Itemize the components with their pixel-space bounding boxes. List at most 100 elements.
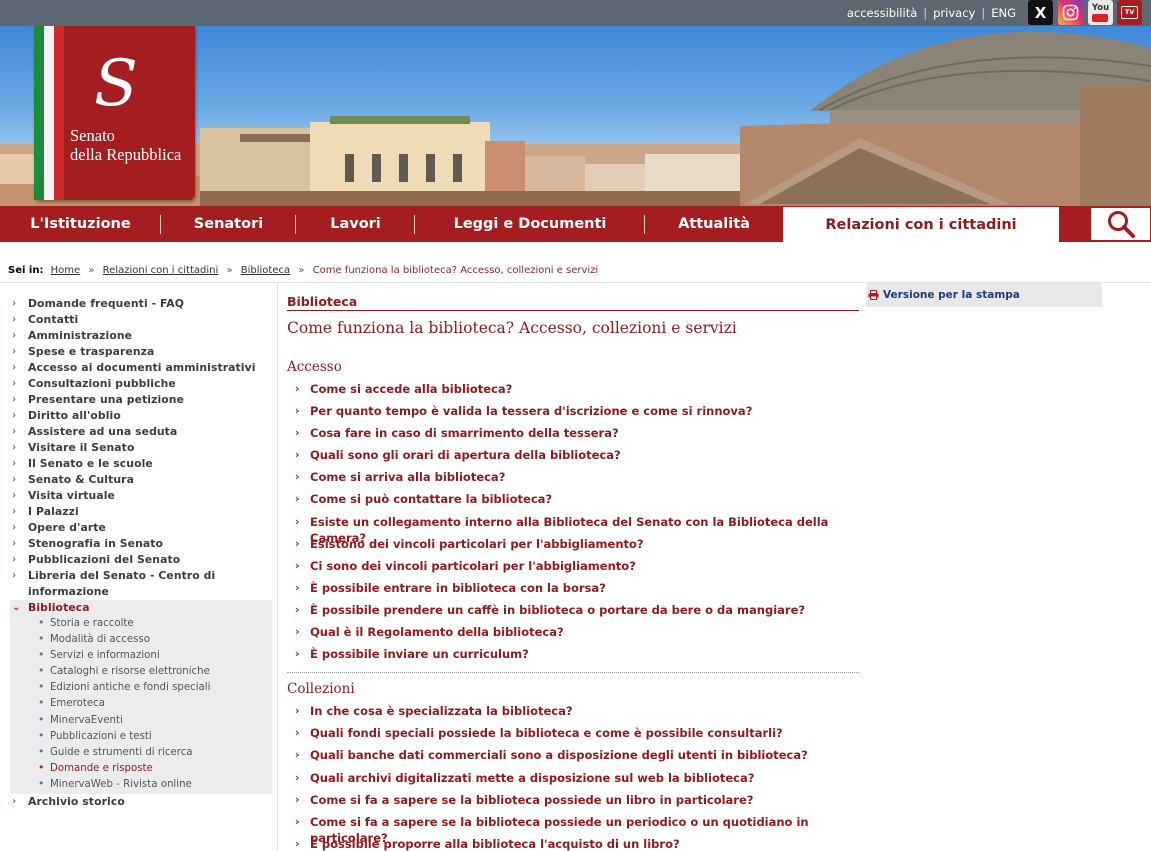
submenu-item-label: Cataloghi e risorse elettroniche xyxy=(50,666,210,678)
sidebar-item[interactable]: › Libreria del Senato - Centro di informa… xyxy=(10,568,272,600)
privacy-link[interactable]: privacy xyxy=(933,6,975,20)
faq-link[interactable]: › È possibile entrare in biblioteca con l… xyxy=(287,580,859,602)
sidebar-item[interactable]: › Diritto all'oblio xyxy=(10,408,272,424)
faq-link-label: È possibile proporre alla biblioteca l'a… xyxy=(310,836,680,851)
x-icon[interactable]: X xyxy=(1028,0,1053,25)
nav-senatori[interactable]: Senatori xyxy=(161,206,296,242)
printer-icon xyxy=(868,290,879,300)
accessibility-link[interactable]: accessibilità xyxy=(847,6,917,20)
submenu-item[interactable]: • Pubblicazioni e testi xyxy=(10,729,272,745)
sidebar-item[interactable]: › Domande frequenti - FAQ xyxy=(10,296,272,312)
faq-link[interactable]: › È possibile prendere un caffè in biblio… xyxy=(287,602,859,624)
faq-link[interactable]: › Come si può contattare la biblioteca? xyxy=(287,491,859,513)
faq-link[interactable]: › Qual è il Regolamento della biblioteca? xyxy=(287,624,859,646)
sidebar-item[interactable]: › Pubblicazioni del Senato xyxy=(10,552,272,568)
nav-relazioni-cittadini[interactable]: Relazioni con i cittadini xyxy=(783,206,1059,242)
nav-istituzione[interactable]: L'Istituzione xyxy=(0,206,161,242)
youtube-play-shape xyxy=(1092,13,1109,22)
faq-link[interactable]: › Quali fondi speciali possiede la biblio… xyxy=(287,725,859,747)
language-link[interactable]: ENG xyxy=(991,6,1016,20)
sidebar-item-label: Spese e trasparenza xyxy=(28,345,155,358)
nav-leggi-documenti[interactable]: Leggi e Documenti xyxy=(415,206,645,242)
youtube-icon[interactable]: You xyxy=(1088,0,1113,25)
logo-line-2: della Repubblica xyxy=(70,145,182,164)
sidebar-item[interactable]: › Contatti xyxy=(10,312,272,328)
arrow-bullet-icon: › xyxy=(295,814,300,828)
submenu-item-label: Guide e strumenti di ricerca xyxy=(50,746,193,758)
arrow-bullet-icon: › xyxy=(295,836,300,850)
faq-link[interactable]: › Ci sono dei vincoli particolari per l'a… xyxy=(287,558,859,580)
sidebar-item-label: Senato & Cultura xyxy=(28,473,134,486)
submenu-item[interactable]: • MinervaWeb - Rivista online xyxy=(10,777,272,793)
sidebar-item[interactable]: › Accesso ai documenti amministrativi xyxy=(10,360,272,376)
sidebar-submenu: • Storia e raccolte • Modalità di accesso … xyxy=(10,616,272,795)
sidebar-item[interactable]: › Amministrazione xyxy=(10,328,272,344)
print-version-box[interactable]: Versione per la stampa xyxy=(866,283,1102,307)
sidebar-item[interactable]: › Consultazioni pubbliche xyxy=(10,376,272,392)
faq-link-label: Quali fondi speciali possiede la bibliot… xyxy=(310,726,783,741)
instagram-icon[interactable] xyxy=(1058,0,1083,25)
submenu-item-current[interactable]: • Domande e risposte xyxy=(10,761,272,777)
faq-link-label: Come si arriva alla biblioteca? xyxy=(310,470,506,485)
submenu-item[interactable]: • Servizi e informazioni xyxy=(10,648,272,664)
sidebar-item[interactable]: › Assistere ad una seduta xyxy=(10,424,272,440)
sidebar-item[interactable]: › Spese e trasparenza xyxy=(10,344,272,360)
faq-link[interactable]: › Quali banche dati commerciali sono a di… xyxy=(287,747,859,769)
section-heading-accesso: Accesso xyxy=(287,359,342,375)
submenu-item[interactable]: • Cataloghi e risorse elettroniche xyxy=(10,664,272,680)
faq-link[interactable]: › Per quanto tempo è valida la tessera d'… xyxy=(287,403,859,425)
breadcrumb-relazioni[interactable]: Relazioni con i cittadini xyxy=(103,265,219,276)
submenu-item-label: Domande e risposte xyxy=(50,762,153,774)
sidebar-item[interactable]: › Opere d'arte xyxy=(10,520,272,536)
submenu-item[interactable]: • Storia e raccolte xyxy=(10,616,272,632)
submenu-item[interactable]: • MinervaEventi xyxy=(10,713,272,729)
faq-link[interactable]: › È possibile proporre alla biblioteca l'… xyxy=(287,836,859,851)
bullet-icon: • xyxy=(38,776,45,790)
sidebar-item[interactable]: › I Palazzi xyxy=(10,504,272,520)
arrow-bullet-icon: › xyxy=(295,426,300,440)
print-version-link[interactable]: Versione per la stampa xyxy=(883,289,1020,301)
arrow-bullet-icon: › xyxy=(295,647,300,661)
faq-link[interactable]: › Come si accede alla biblioteca? xyxy=(287,381,859,403)
faq-link[interactable]: › Esistono dei vincoli particolari per l'… xyxy=(287,536,859,558)
faq-link[interactable]: › È possibile inviare un curriculum? xyxy=(287,646,859,668)
submenu-item[interactable]: • Edizioni antiche e fondi speciali xyxy=(10,680,272,696)
faq-link[interactable]: › Come si fa a sapere se la biblioteca po… xyxy=(287,814,859,845)
bullet-icon: • xyxy=(38,712,45,726)
submenu-item[interactable]: • Modalità di accesso xyxy=(10,632,272,648)
sidebar-item[interactable]: › Senato & Cultura xyxy=(10,472,272,488)
faq-link[interactable]: › Cosa fare in caso di smarrimento della … xyxy=(287,425,859,447)
faq-link[interactable]: › Come si arriva alla biblioteca? xyxy=(287,469,859,491)
submenu-item[interactable]: • Guide e strumenti di ricerca xyxy=(10,745,272,761)
senato-tv-icon[interactable]: TV xyxy=(1117,0,1142,25)
sidebar-menu: › Domande frequenti - FAQ › Contatti › Ammi… xyxy=(10,296,272,810)
breadcrumb-biblioteca[interactable]: Biblioteca xyxy=(241,265,290,276)
submenu-item[interactable]: • Emeroteca xyxy=(10,696,272,712)
breadcrumb-home[interactable]: Home xyxy=(51,265,81,276)
senato-tv-glyph: TV xyxy=(1121,6,1138,19)
sidebar-item[interactable]: › Stenografia in Senato xyxy=(10,536,272,552)
chevron-right-icon: › xyxy=(12,314,17,325)
sidebar-item-label: Libreria del Senato - Centro di informaz… xyxy=(28,569,216,598)
faq-link[interactable]: › Quali archivi digitalizzati mette a dis… xyxy=(287,770,859,792)
breadcrumb-prefix: Sei in: xyxy=(8,265,44,276)
submenu-item-label: Pubblicazioni e testi xyxy=(50,730,152,742)
section-label: Biblioteca xyxy=(287,294,859,311)
faq-link[interactable]: › In che cosa è specializzata la bibliote… xyxy=(287,703,859,725)
faq-link-label: Ci sono dei vincoli particolari per l'ab… xyxy=(310,558,636,573)
search-button[interactable] xyxy=(1090,207,1151,241)
faq-link[interactable]: › Quali sono gli orari di apertura della … xyxy=(287,447,859,469)
chevron-right-icon: › xyxy=(12,426,17,437)
faq-link[interactable]: › Come si fa a sapere se la biblioteca po… xyxy=(287,792,859,814)
main-navigation: L'Istituzione Senatori Lavori Leggi e Do… xyxy=(0,206,1151,242)
nav-lavori[interactable]: Lavori xyxy=(296,206,415,242)
sidebar-item-biblioteca[interactable]: ⌄ Biblioteca xyxy=(10,600,272,616)
sidebar-item-archivio-storico[interactable]: › Archivio storico xyxy=(10,794,272,810)
sidebar-item[interactable]: › Il Senato e le scuole xyxy=(10,456,272,472)
sidebar-item[interactable]: › Presentare una petizione xyxy=(10,392,272,408)
nav-attualita[interactable]: Attualità xyxy=(645,206,783,242)
faq-link[interactable]: › Esiste un collegamento interno alla Bib… xyxy=(287,514,859,545)
sidebar-item[interactable]: › Visitare il Senato xyxy=(10,440,272,456)
senato-logo[interactable]: S Senato della Repubblica xyxy=(34,26,195,200)
sidebar-item[interactable]: › Visita virtuale xyxy=(10,488,272,504)
